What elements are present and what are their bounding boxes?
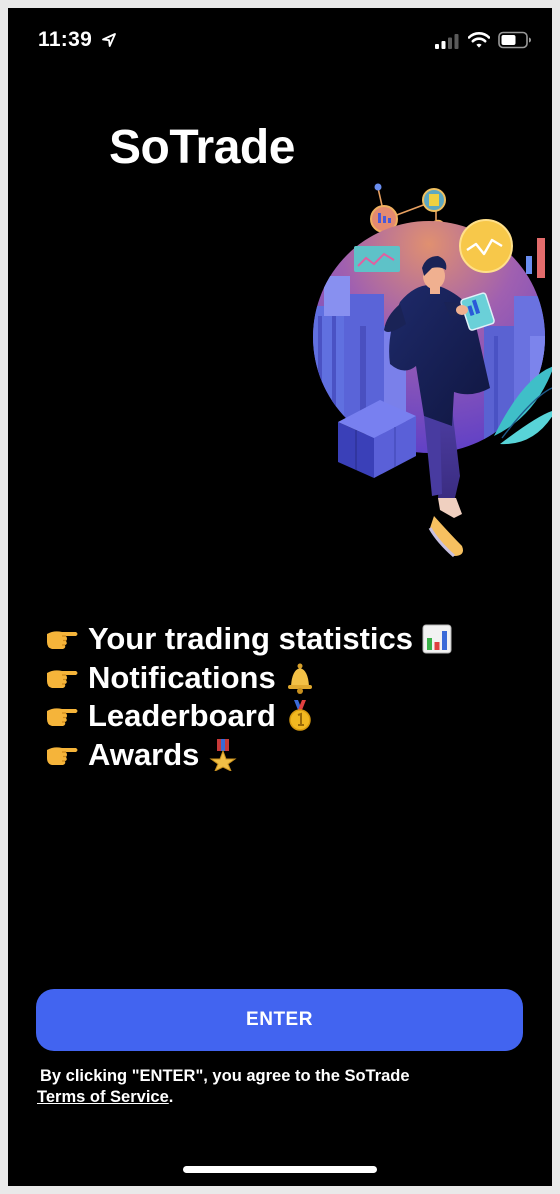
- enter-button[interactable]: ENTER: [36, 989, 523, 1051]
- location-arrow-icon: [102, 33, 116, 47]
- consent-prefix: By clicking "ENTER", you agree to the So…: [40, 1067, 410, 1085]
- first-place-medal-icon: [289, 700, 311, 731]
- feature-item-leaderboard: Leaderboard: [44, 697, 452, 736]
- app-title: SoTrade: [109, 121, 295, 174]
- feature-item-notifications: Notifications: [44, 659, 452, 698]
- feature-item-trading-statistics: Your trading statistics: [44, 620, 452, 659]
- battery-icon: [498, 31, 531, 49]
- app-screen: 11:39 SoTrade Your trading statistics No…: [8, 8, 552, 1186]
- feature-item-awards: Awards: [44, 736, 452, 775]
- wifi-icon: [468, 32, 490, 48]
- bell-icon: [287, 663, 312, 694]
- consent-suffix: .: [168, 1088, 174, 1106]
- feature-list: Your trading statistics Notifications Le…: [44, 620, 452, 774]
- pointing-hand-icon: [47, 631, 78, 650]
- consent-text: By clicking "ENTER", you agree to the So…: [37, 1066, 410, 1108]
- feature-label: Your trading statistics: [88, 621, 413, 657]
- feature-label: Notifications: [88, 659, 276, 695]
- pointing-hand-icon: [47, 708, 78, 727]
- bar-chart-icon: [422, 624, 452, 654]
- status-bar: 11:39: [8, 8, 552, 72]
- consent-line2: Terms of Service.: [37, 1087, 410, 1108]
- status-time: 11:39: [38, 28, 93, 51]
- feature-label: Leaderboard: [88, 698, 276, 734]
- terms-of-service-link[interactable]: Terms of Service: [37, 1088, 169, 1106]
- home-indicator[interactable]: [183, 1166, 377, 1173]
- military-medal-icon: [209, 738, 237, 771]
- pointing-hand-icon: [47, 747, 78, 765]
- feature-label: Awards: [88, 736, 200, 772]
- cellular-signal-icon: [435, 34, 459, 49]
- pointing-hand-icon: [47, 670, 78, 688]
- man-with-tablet-trading-illustration: [313, 183, 552, 558]
